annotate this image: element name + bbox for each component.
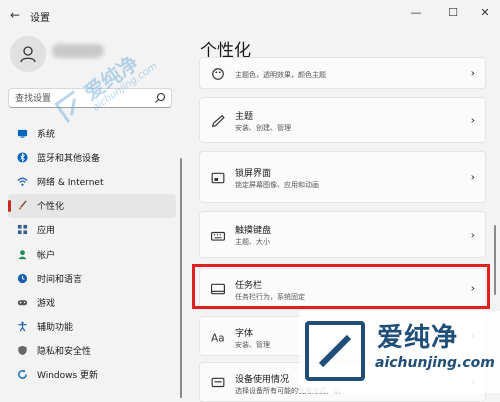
minimize-button[interactable]: —: [406, 6, 426, 19]
sidebar-item-label: 应用: [37, 226, 56, 237]
sidebar-item-label: 辅助功能: [37, 323, 74, 334]
card-title: 触摸键盘: [235, 226, 272, 236]
sidebar-item[interactable]: 时间和语言: [8, 266, 176, 290]
sidebar-item-label: 游戏: [37, 298, 56, 309]
main-scrollbar[interactable]: [494, 225, 496, 295]
sidebar-nav: 系统蓝牙和其他设备 网络 & Internet 个性化应用帐户时间和语言游戏辅助功能…: [8, 121, 176, 387]
active-indicator: [8, 199, 11, 212]
pen-icon: [211, 113, 225, 127]
lock-screen-icon: [211, 170, 225, 184]
accessibility-icon: [15, 320, 29, 334]
logo-url: aichunjing.com: [375, 355, 495, 371]
account-icon: [15, 247, 29, 261]
watermark-logo: 爱纯净 aichunjing.com: [299, 311, 500, 393]
sidebar-item-label: 时间和语言: [37, 274, 83, 285]
sidebar-item[interactable]: 隐私和安全性: [8, 339, 176, 363]
title-bar: ← 设置 — ☐ ✕: [0, 0, 500, 30]
card-subtitle: 安装、创建、管理: [235, 124, 291, 132]
sidebar-item[interactable]: 个性化: [8, 193, 176, 218]
update-icon: [15, 368, 29, 382]
sidebar-item[interactable]: Windows 更新: [8, 363, 176, 387]
user-icon: [20, 46, 36, 63]
sidebar-item-label: 系统: [37, 129, 56, 140]
svg-text:Aa: Aa: [211, 333, 225, 344]
sidebar-item-label: 帐户: [37, 250, 56, 261]
font-icon: Aa: [211, 329, 225, 345]
apps-icon: [15, 223, 29, 237]
globe-clock-icon: [15, 271, 29, 285]
sidebar-item-label: 隐私和安全性: [37, 347, 92, 358]
card-title: 设备使用情况: [235, 375, 290, 385]
settings-card[interactable]: 锁屏界面锁定屏幕图像、应用和动画 ›: [199, 151, 486, 203]
card-subtitle: 主题、大小: [235, 238, 270, 246]
shield-icon: [15, 344, 29, 358]
sidebar-item[interactable]: 辅助功能: [8, 315, 176, 339]
brush-icon: [15, 199, 29, 213]
maximize-button[interactable]: ☐: [443, 6, 463, 19]
wifi-icon: [15, 174, 29, 188]
window-title: 设置: [30, 13, 50, 24]
card-title: 主题: [235, 112, 254, 122]
sidebar-item[interactable]: 应用: [8, 218, 176, 242]
device-usage-icon: [211, 375, 225, 389]
close-button[interactable]: ✕: [475, 6, 495, 19]
system-icon: [15, 126, 29, 140]
sidebar-item-label: 个性化: [37, 202, 65, 213]
sidebar-item-label: Windows 更新: [37, 371, 99, 382]
chevron-right-icon: ›: [470, 66, 475, 80]
keyboard-icon: [211, 228, 225, 242]
chevron-right-icon: ›: [470, 228, 475, 241]
gamepad-icon: [15, 295, 29, 309]
settings-card[interactable]: 主题色，透明效果，颜色主题 ›: [199, 57, 486, 89]
card-subtitle: 安装、管理: [235, 341, 270, 349]
chevron-right-icon: ›: [470, 170, 475, 184]
card-title: 锁屏界面: [235, 169, 272, 179]
sidebar-item-label: 蓝牙和其他设备: [37, 153, 101, 164]
logo-name: 爱纯净: [377, 323, 459, 353]
settings-card[interactable]: 主题安装、创建、管理 ›: [199, 97, 486, 143]
sidebar-item[interactable]: 游戏: [8, 290, 176, 314]
sidebar-item-label: 网络 & Internet: [37, 177, 104, 188]
sidebar-item[interactable]: 帐户: [8, 242, 176, 266]
card-subtitle: 主题色，透明效果，颜色主题: [235, 71, 326, 79]
settings-card[interactable]: 触摸键盘主题、大小 ›: [199, 211, 486, 258]
card-subtitle: 锁定屏幕图像、应用和动画: [235, 181, 319, 189]
palette-icon: [211, 66, 225, 80]
chevron-right-icon: ›: [470, 113, 475, 127]
avatar[interactable]: [10, 36, 46, 72]
back-button[interactable]: ←: [10, 8, 20, 22]
logo-icon: [305, 321, 365, 381]
card-title: 字体: [235, 329, 254, 339]
highlight-box: [192, 264, 490, 309]
bluetooth-icon: [15, 150, 29, 164]
sidebar-item[interactable]: 网络 & Internet: [8, 169, 176, 193]
sidebar-scrollbar[interactable]: [180, 158, 182, 398]
